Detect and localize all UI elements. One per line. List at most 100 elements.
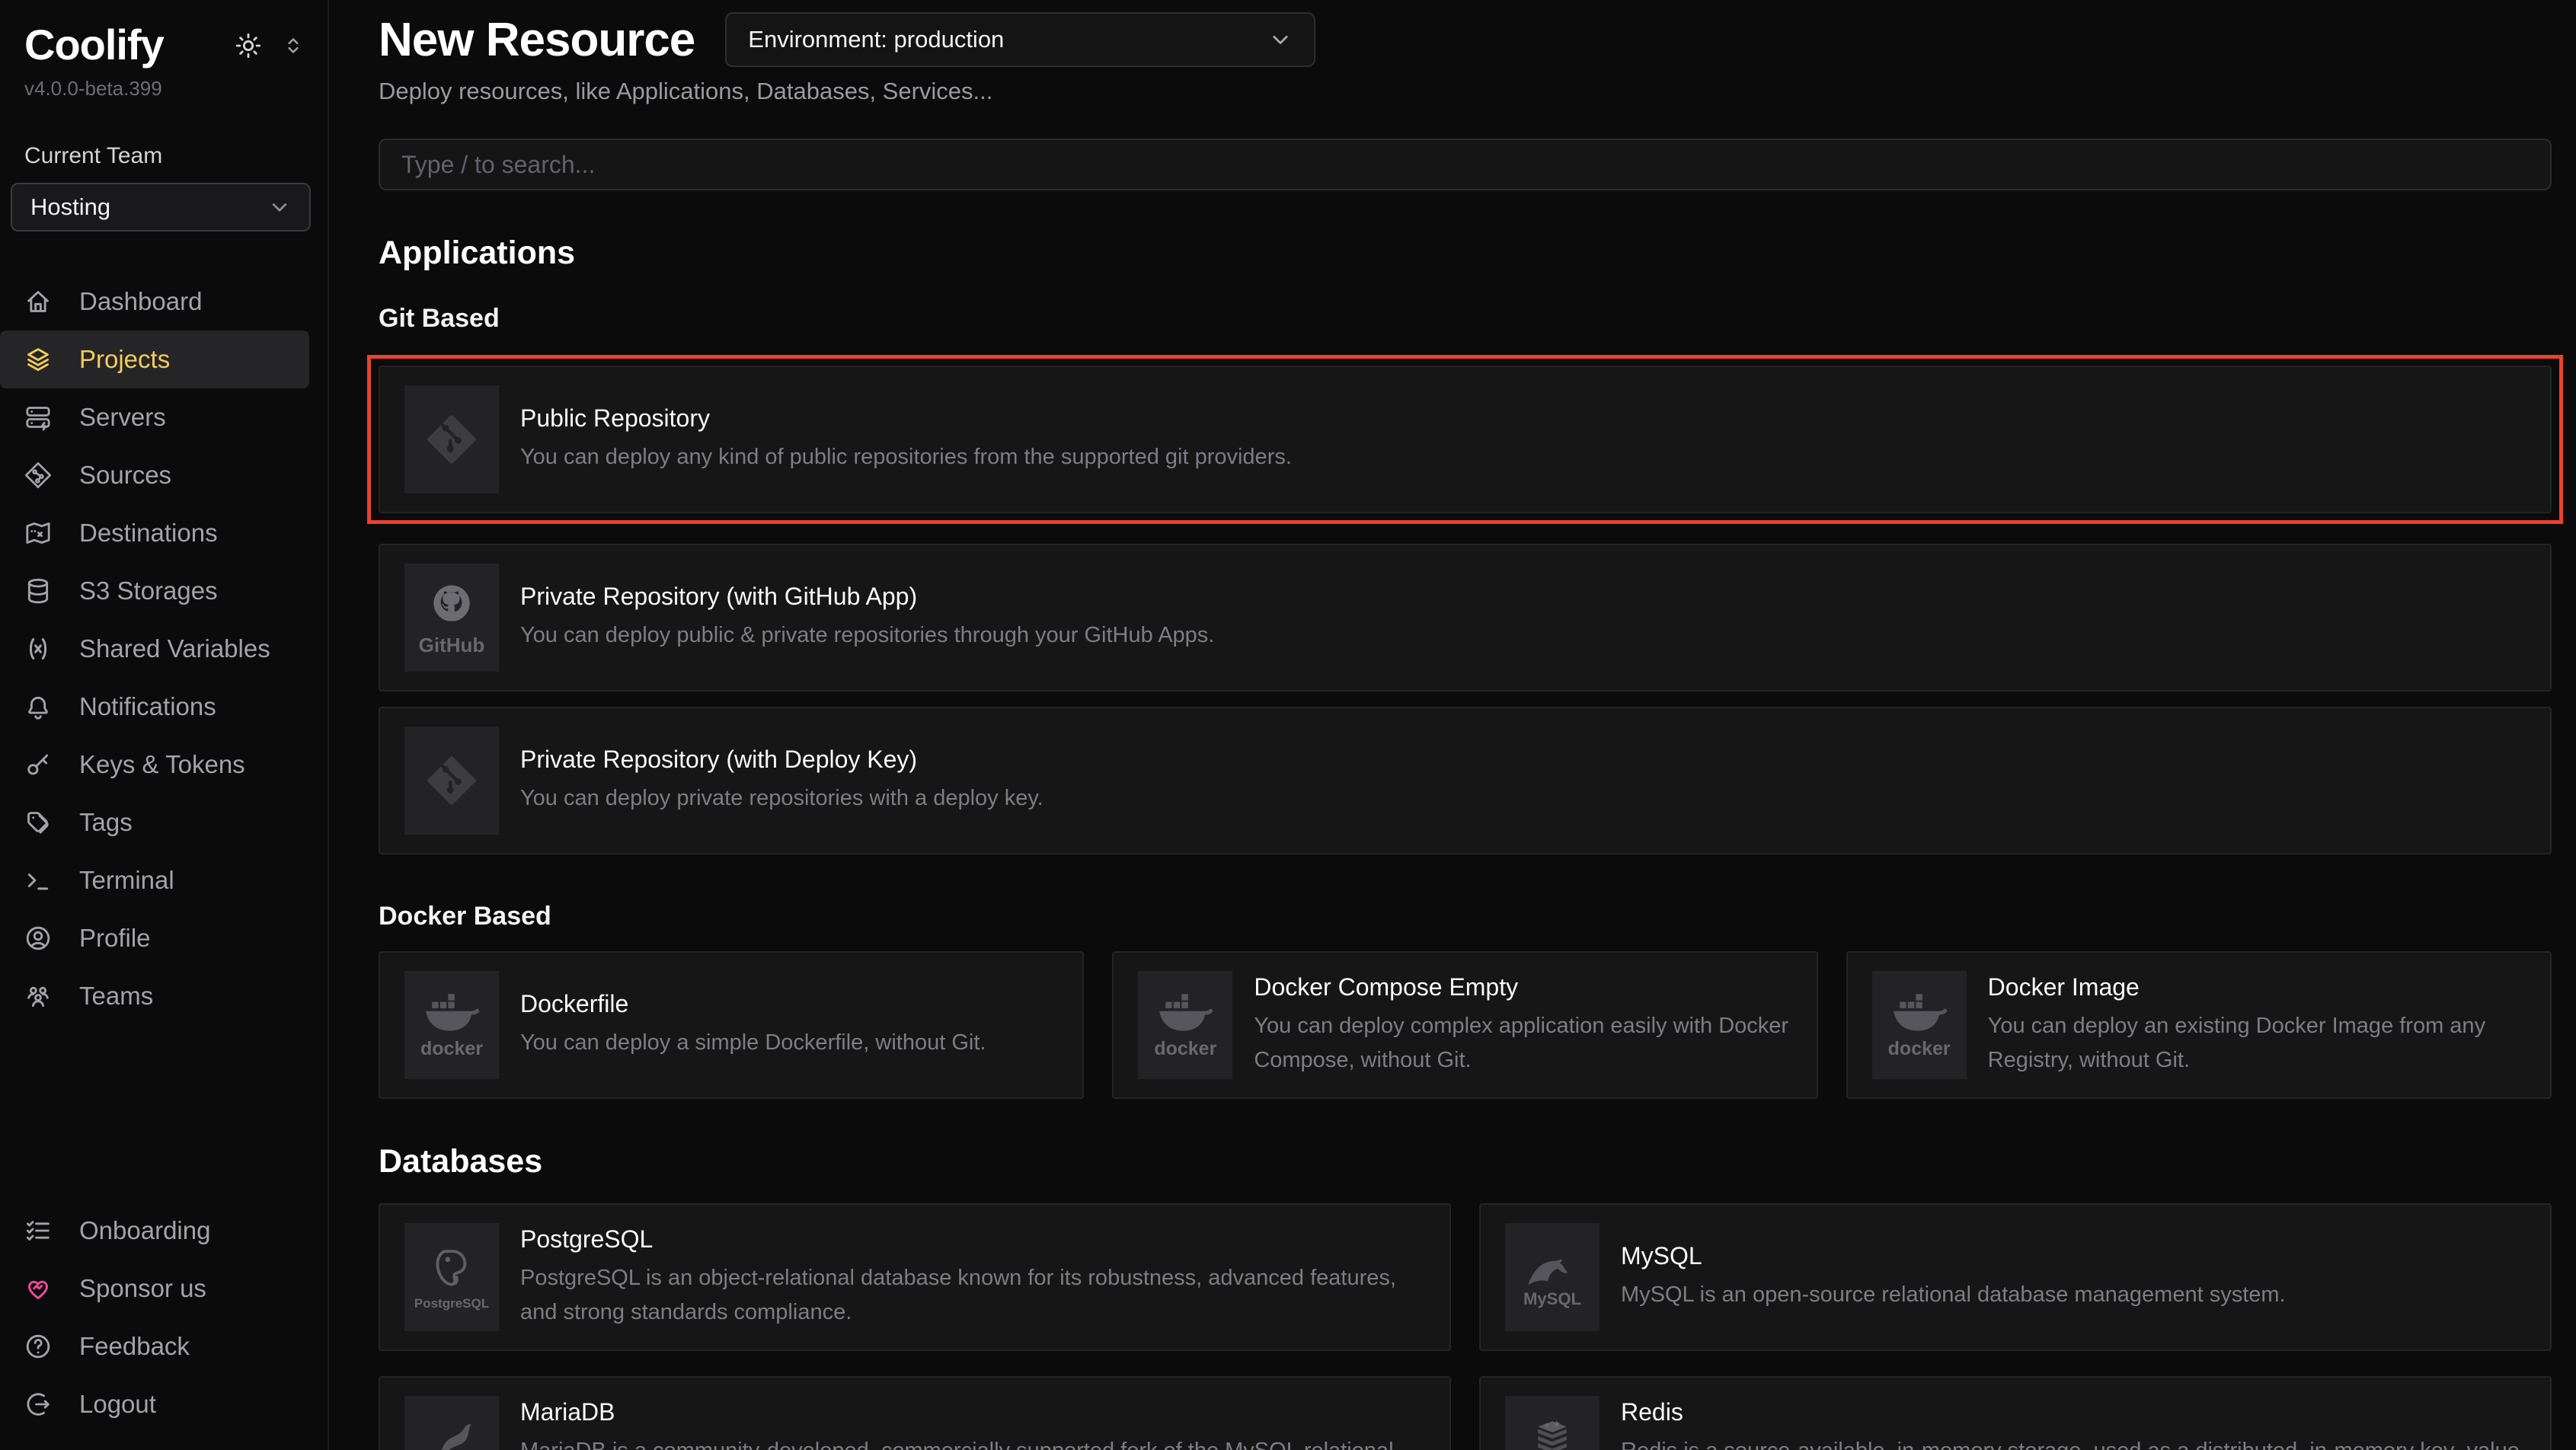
sidebar-item-sources[interactable]: Sources xyxy=(0,446,309,504)
card-description: You can deploy private repositories with… xyxy=(520,781,1044,816)
git-logo xyxy=(404,385,499,493)
user-circle-icon xyxy=(23,923,53,953)
postgresql-logo: PostgreSQL xyxy=(404,1223,499,1331)
highlight-annotation: Public Repository You can deploy any kin… xyxy=(367,355,2563,524)
card-description: MySQL is an open-source relational datab… xyxy=(1621,1278,2286,1312)
github-logo: GitHub xyxy=(404,564,499,672)
resource-card-mysql[interactable]: MySQL MySQL MySQL is an open-source rela… xyxy=(1479,1203,2552,1351)
resource-card-mariadb[interactable]: MariaDB MariaDB MariaDB is a community-d… xyxy=(379,1376,1451,1450)
chevron-down-icon xyxy=(1267,26,1294,53)
sidebar-item-sponsor-us[interactable]: Sponsor us xyxy=(0,1260,309,1317)
sidebar-nav: Dashboard Projects Servers Sources Desti… xyxy=(0,273,328,1025)
docker-logo: docker xyxy=(1138,971,1232,1079)
resource-card-redis[interactable]: redis Redis Redis is a source-available,… xyxy=(1479,1376,2552,1450)
resource-card-docker-compose-empty[interactable]: docker Docker Compose Empty You can depl… xyxy=(1112,951,1817,1099)
sidebar-item-logout[interactable]: Logout xyxy=(0,1375,309,1433)
redis-logo: redis xyxy=(1505,1396,1600,1450)
sidebar-footer: Onboarding Sponsor us Feedback Logout xyxy=(0,1202,328,1433)
sidebar-item-keys-tokens[interactable]: Keys & Tokens xyxy=(0,736,309,794)
database-icon xyxy=(23,576,53,606)
sidebar-item-shared-variables[interactable]: Shared Variables xyxy=(0,620,309,678)
card-title: Docker Compose Empty xyxy=(1254,973,1791,1001)
help-circle-icon xyxy=(23,1331,53,1362)
git-diamond-icon xyxy=(23,460,53,490)
key-icon xyxy=(23,749,53,780)
sidebar-item-onboarding[interactable]: Onboarding xyxy=(0,1202,309,1260)
sidebar-item-notifications[interactable]: Notifications xyxy=(0,678,309,736)
card-title: MariaDB xyxy=(520,1398,1425,1426)
sidebar-item-profile[interactable]: Profile xyxy=(0,909,309,967)
mysql-logo: MySQL xyxy=(1505,1223,1600,1331)
sidebar-item-feedback[interactable]: Feedback xyxy=(0,1317,309,1375)
card-description: MariaDB is a community-developed, commer… xyxy=(520,1434,1425,1450)
server-icon xyxy=(23,402,53,433)
docker-based-heading: Docker Based xyxy=(379,902,2552,931)
mysql-wordmark: MySQL xyxy=(1523,1291,1581,1308)
layers-icon xyxy=(23,344,53,375)
app-logo[interactable]: Coolify xyxy=(24,20,164,69)
card-title: Redis xyxy=(1621,1398,2526,1426)
card-description: You can deploy any kind of public reposi… xyxy=(520,440,1292,474)
chevron-down-icon xyxy=(267,194,292,220)
sidebar-item-servers[interactable]: Servers xyxy=(0,388,309,446)
card-description: PostgreSQL is an object-relational datab… xyxy=(520,1261,1425,1330)
github-wordmark: GitHub xyxy=(419,635,485,655)
resource-card-postgresql[interactable]: PostgreSQL PostgreSQL PostgreSQL is an o… xyxy=(379,1203,1451,1351)
main-content: New Resource Environment: production Dep… xyxy=(329,0,2576,1450)
tag-icon xyxy=(23,807,53,838)
resource-card-private-repository-deploy-key[interactable]: Private Repository (with Deploy Key) You… xyxy=(379,707,2552,854)
terminal-icon xyxy=(23,865,53,896)
card-description: You can deploy complex application easil… xyxy=(1254,1009,1791,1078)
card-title: Private Repository (with GitHub App) xyxy=(520,583,1214,611)
docker-wordmark: docker xyxy=(420,1040,483,1059)
environment-select[interactable]: Environment: production xyxy=(725,12,1315,67)
databases-heading: Databases xyxy=(379,1143,2552,1180)
resource-card-docker-image[interactable]: docker Docker Image You can deploy an ex… xyxy=(1846,951,2552,1099)
variable-icon xyxy=(23,634,53,664)
git-based-heading: Git Based xyxy=(379,304,2552,334)
card-title: Docker Image xyxy=(1988,973,2526,1001)
sidebar-item-tags[interactable]: Tags xyxy=(0,794,309,851)
collapse-chevrons-icon[interactable] xyxy=(280,33,306,62)
resource-card-public-repository[interactable]: Public Repository You can deploy any kin… xyxy=(379,366,2552,513)
theme-toggle-sun-icon[interactable] xyxy=(233,30,264,65)
sidebar-item-teams[interactable]: Teams xyxy=(0,967,309,1025)
team-select-value: Hosting xyxy=(30,193,110,221)
card-title: PostgreSQL xyxy=(520,1225,1425,1254)
users-icon xyxy=(23,981,53,1011)
sidebar: Coolify v4.0.0-beta.399 Current Team Hos… xyxy=(0,0,329,1450)
home-icon xyxy=(23,286,53,317)
sidebar-item-s3-storages[interactable]: S3 Storages xyxy=(0,562,309,620)
current-team-label: Current Team xyxy=(24,143,328,169)
docker-logo: docker xyxy=(1872,971,1967,1079)
sidebar-item-projects[interactable]: Projects xyxy=(0,331,309,388)
card-title: Dockerfile xyxy=(520,990,986,1018)
applications-heading: Applications xyxy=(379,235,2552,272)
resource-card-private-repository-github-app[interactable]: GitHub Private Repository (with GitHub A… xyxy=(379,544,2552,691)
search-input[interactable] xyxy=(379,139,2552,190)
card-title: Private Repository (with Deploy Key) xyxy=(520,746,1044,774)
postgresql-wordmark: PostgreSQL xyxy=(414,1297,489,1310)
heart-icon xyxy=(23,1273,53,1304)
page-title: New Resource xyxy=(379,13,695,67)
logout-icon xyxy=(23,1389,53,1420)
environment-select-value: Environment: production xyxy=(748,26,1004,53)
sidebar-item-terminal[interactable]: Terminal xyxy=(0,851,309,909)
map-icon xyxy=(23,518,53,548)
card-description: You can deploy a simple Dockerfile, with… xyxy=(520,1026,986,1060)
docker-logo: docker xyxy=(404,971,499,1079)
docker-wordmark: docker xyxy=(1154,1040,1216,1059)
sidebar-item-destinations[interactable]: Destinations xyxy=(0,504,309,562)
card-title: MySQL xyxy=(1621,1242,2286,1270)
git-logo xyxy=(404,727,499,835)
resource-card-dockerfile[interactable]: docker Dockerfile You can deploy a simpl… xyxy=(379,951,1084,1099)
team-select[interactable]: Hosting xyxy=(11,183,311,232)
sidebar-item-dashboard[interactable]: Dashboard xyxy=(0,273,309,331)
app-version: v4.0.0-beta.399 xyxy=(24,77,328,101)
checklist-icon xyxy=(23,1215,53,1246)
bell-icon xyxy=(23,691,53,722)
card-description: You can deploy public & private reposito… xyxy=(520,618,1214,653)
page-subtitle: Deploy resources, like Applications, Dat… xyxy=(379,78,2552,105)
card-description: Redis is a source-available, in-memory s… xyxy=(1621,1434,2526,1450)
card-description: You can deploy an existing Docker Image … xyxy=(1988,1009,2526,1078)
